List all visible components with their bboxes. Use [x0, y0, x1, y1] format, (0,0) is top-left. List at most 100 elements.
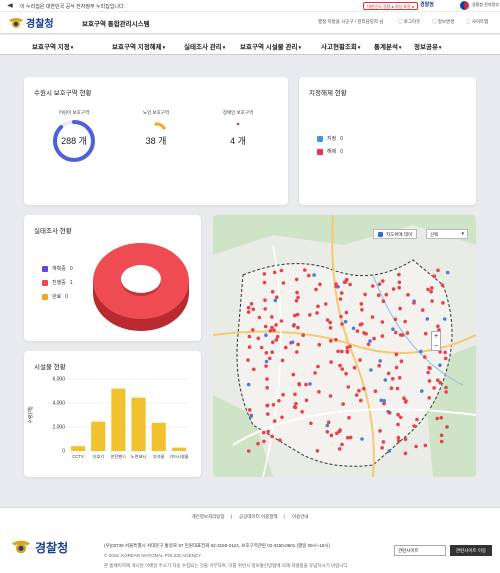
zone-marker[interactable]	[256, 336, 261, 341]
zone-marker[interactable]	[264, 359, 269, 364]
zone-marker[interactable]	[397, 280, 402, 285]
zone-marker[interactable]	[378, 359, 382, 363]
map-layer-toggle[interactable]: 지도위에 데이	[373, 229, 418, 239]
zone-marker[interactable]	[246, 382, 251, 387]
zone-marker[interactable]	[246, 449, 251, 453]
zone-marker[interactable]	[308, 313, 312, 317]
nav-survey[interactable]: 실태조사 관리▾	[184, 41, 225, 51]
gov-badge[interactable]: 대한민국 경찰 ● 여성 포함 ●	[363, 2, 419, 10]
zone-marker[interactable]	[391, 327, 395, 331]
zone-marker[interactable]	[397, 285, 401, 290]
zone-marker[interactable]	[348, 435, 353, 440]
nav-accidents[interactable]: 사고현황조회▾	[321, 41, 360, 51]
zone-marker[interactable]	[406, 293, 410, 297]
zone-marker[interactable]	[378, 429, 382, 433]
zone-marker[interactable]	[263, 324, 268, 329]
zone-marker[interactable]	[376, 293, 381, 297]
zone-marker[interactable]	[272, 270, 277, 275]
zone-marker[interactable]	[383, 378, 388, 382]
zone-marker[interactable]	[430, 299, 434, 303]
zone-marker[interactable]	[439, 416, 443, 420]
zone-marker[interactable]	[338, 428, 342, 432]
zone-marker[interactable]	[295, 350, 299, 354]
zone-marker[interactable]	[262, 272, 267, 276]
zone-marker[interactable]	[315, 449, 320, 453]
map-layer-select[interactable]: 선택 ▾	[426, 229, 468, 239]
zone-marker[interactable]	[307, 273, 311, 278]
zone-marker[interactable]	[293, 313, 297, 318]
family-site-select[interactable]: 관련사이트	[394, 545, 446, 556]
zone-marker[interactable]	[380, 446, 384, 450]
zone-marker[interactable]	[414, 444, 418, 449]
zone-marker[interactable]	[325, 423, 330, 428]
zone-marker[interactable]	[275, 334, 280, 339]
zone-marker[interactable]	[359, 398, 363, 403]
zone-marker[interactable]	[423, 443, 428, 448]
zone-marker[interactable]	[268, 328, 273, 333]
zone-marker[interactable]	[393, 317, 398, 322]
zone-marker[interactable]	[362, 331, 366, 335]
zone-marker[interactable]	[380, 334, 385, 338]
zone-marker[interactable]	[435, 416, 439, 421]
zone-marker[interactable]	[271, 340, 275, 344]
zone-marker[interactable]	[412, 424, 416, 428]
open-data-link[interactable]: 공공데이터 이용정책	[239, 514, 278, 519]
zone-marker[interactable]	[342, 280, 347, 285]
zone-marker[interactable]	[425, 317, 430, 321]
zone-marker[interactable]	[373, 389, 378, 393]
zone-marker[interactable]	[380, 320, 385, 324]
zone-marker[interactable]	[351, 326, 356, 331]
zone-marker[interactable]	[397, 439, 401, 443]
zone-marker[interactable]	[294, 299, 299, 303]
zone-marker[interactable]	[340, 442, 344, 447]
zone-marker[interactable]	[357, 388, 361, 393]
zone-marker[interactable]	[246, 358, 250, 362]
zone-marker[interactable]	[257, 315, 262, 320]
zone-marker[interactable]	[340, 291, 344, 295]
zone-marker[interactable]	[340, 349, 344, 354]
zone-marker[interactable]	[382, 401, 386, 406]
zone-marker[interactable]	[268, 356, 272, 361]
zone-marker[interactable]	[290, 340, 295, 344]
zone-marker[interactable]	[381, 440, 386, 444]
zone-marker[interactable]	[360, 437, 364, 441]
zone-marker[interactable]	[296, 342, 300, 347]
zone-marker[interactable]	[259, 345, 264, 350]
zone-marker[interactable]	[420, 389, 424, 393]
zone-marker[interactable]	[277, 399, 281, 403]
zone-marker[interactable]	[249, 414, 253, 419]
zone-marker[interactable]	[345, 350, 350, 354]
zone-marker[interactable]	[432, 386, 436, 390]
zone-marker[interactable]	[397, 376, 402, 380]
zone-marker[interactable]	[347, 415, 351, 420]
zone-marker[interactable]	[344, 371, 348, 376]
zone-marker[interactable]	[252, 367, 256, 372]
zone-marker[interactable]	[399, 359, 404, 363]
zone-marker[interactable]	[281, 281, 286, 285]
zoom-in-button[interactable]: +	[432, 332, 440, 342]
zone-marker[interactable]	[439, 439, 444, 444]
zone-marker[interactable]	[262, 439, 266, 444]
zone-marker[interactable]	[263, 307, 267, 311]
zone-marker[interactable]	[265, 403, 270, 408]
zone-marker[interactable]	[436, 324, 440, 328]
zone-marker[interactable]	[281, 392, 285, 397]
zone-marker[interactable]	[426, 370, 430, 375]
nav-info-share[interactable]: 정보공유▾	[414, 41, 441, 51]
zone-marker[interactable]	[246, 305, 251, 310]
zone-marker[interactable]	[313, 371, 317, 375]
zone-marker[interactable]	[304, 382, 308, 387]
zone-marker[interactable]	[394, 352, 399, 357]
zone-marker[interactable]	[317, 390, 321, 394]
zone-marker[interactable]	[274, 323, 278, 327]
zone-marker[interactable]	[262, 280, 267, 285]
zone-marker[interactable]	[247, 334, 252, 339]
zone-marker[interactable]	[377, 363, 381, 368]
zone-marker[interactable]	[328, 320, 332, 325]
zone-marker[interactable]	[280, 415, 284, 420]
zone-marker[interactable]	[340, 367, 345, 371]
zone-marker[interactable]	[403, 319, 407, 324]
zone-marker[interactable]	[266, 412, 270, 416]
nav-statistics[interactable]: 통계분석▾	[374, 41, 401, 51]
zone-marker[interactable]	[329, 339, 333, 343]
